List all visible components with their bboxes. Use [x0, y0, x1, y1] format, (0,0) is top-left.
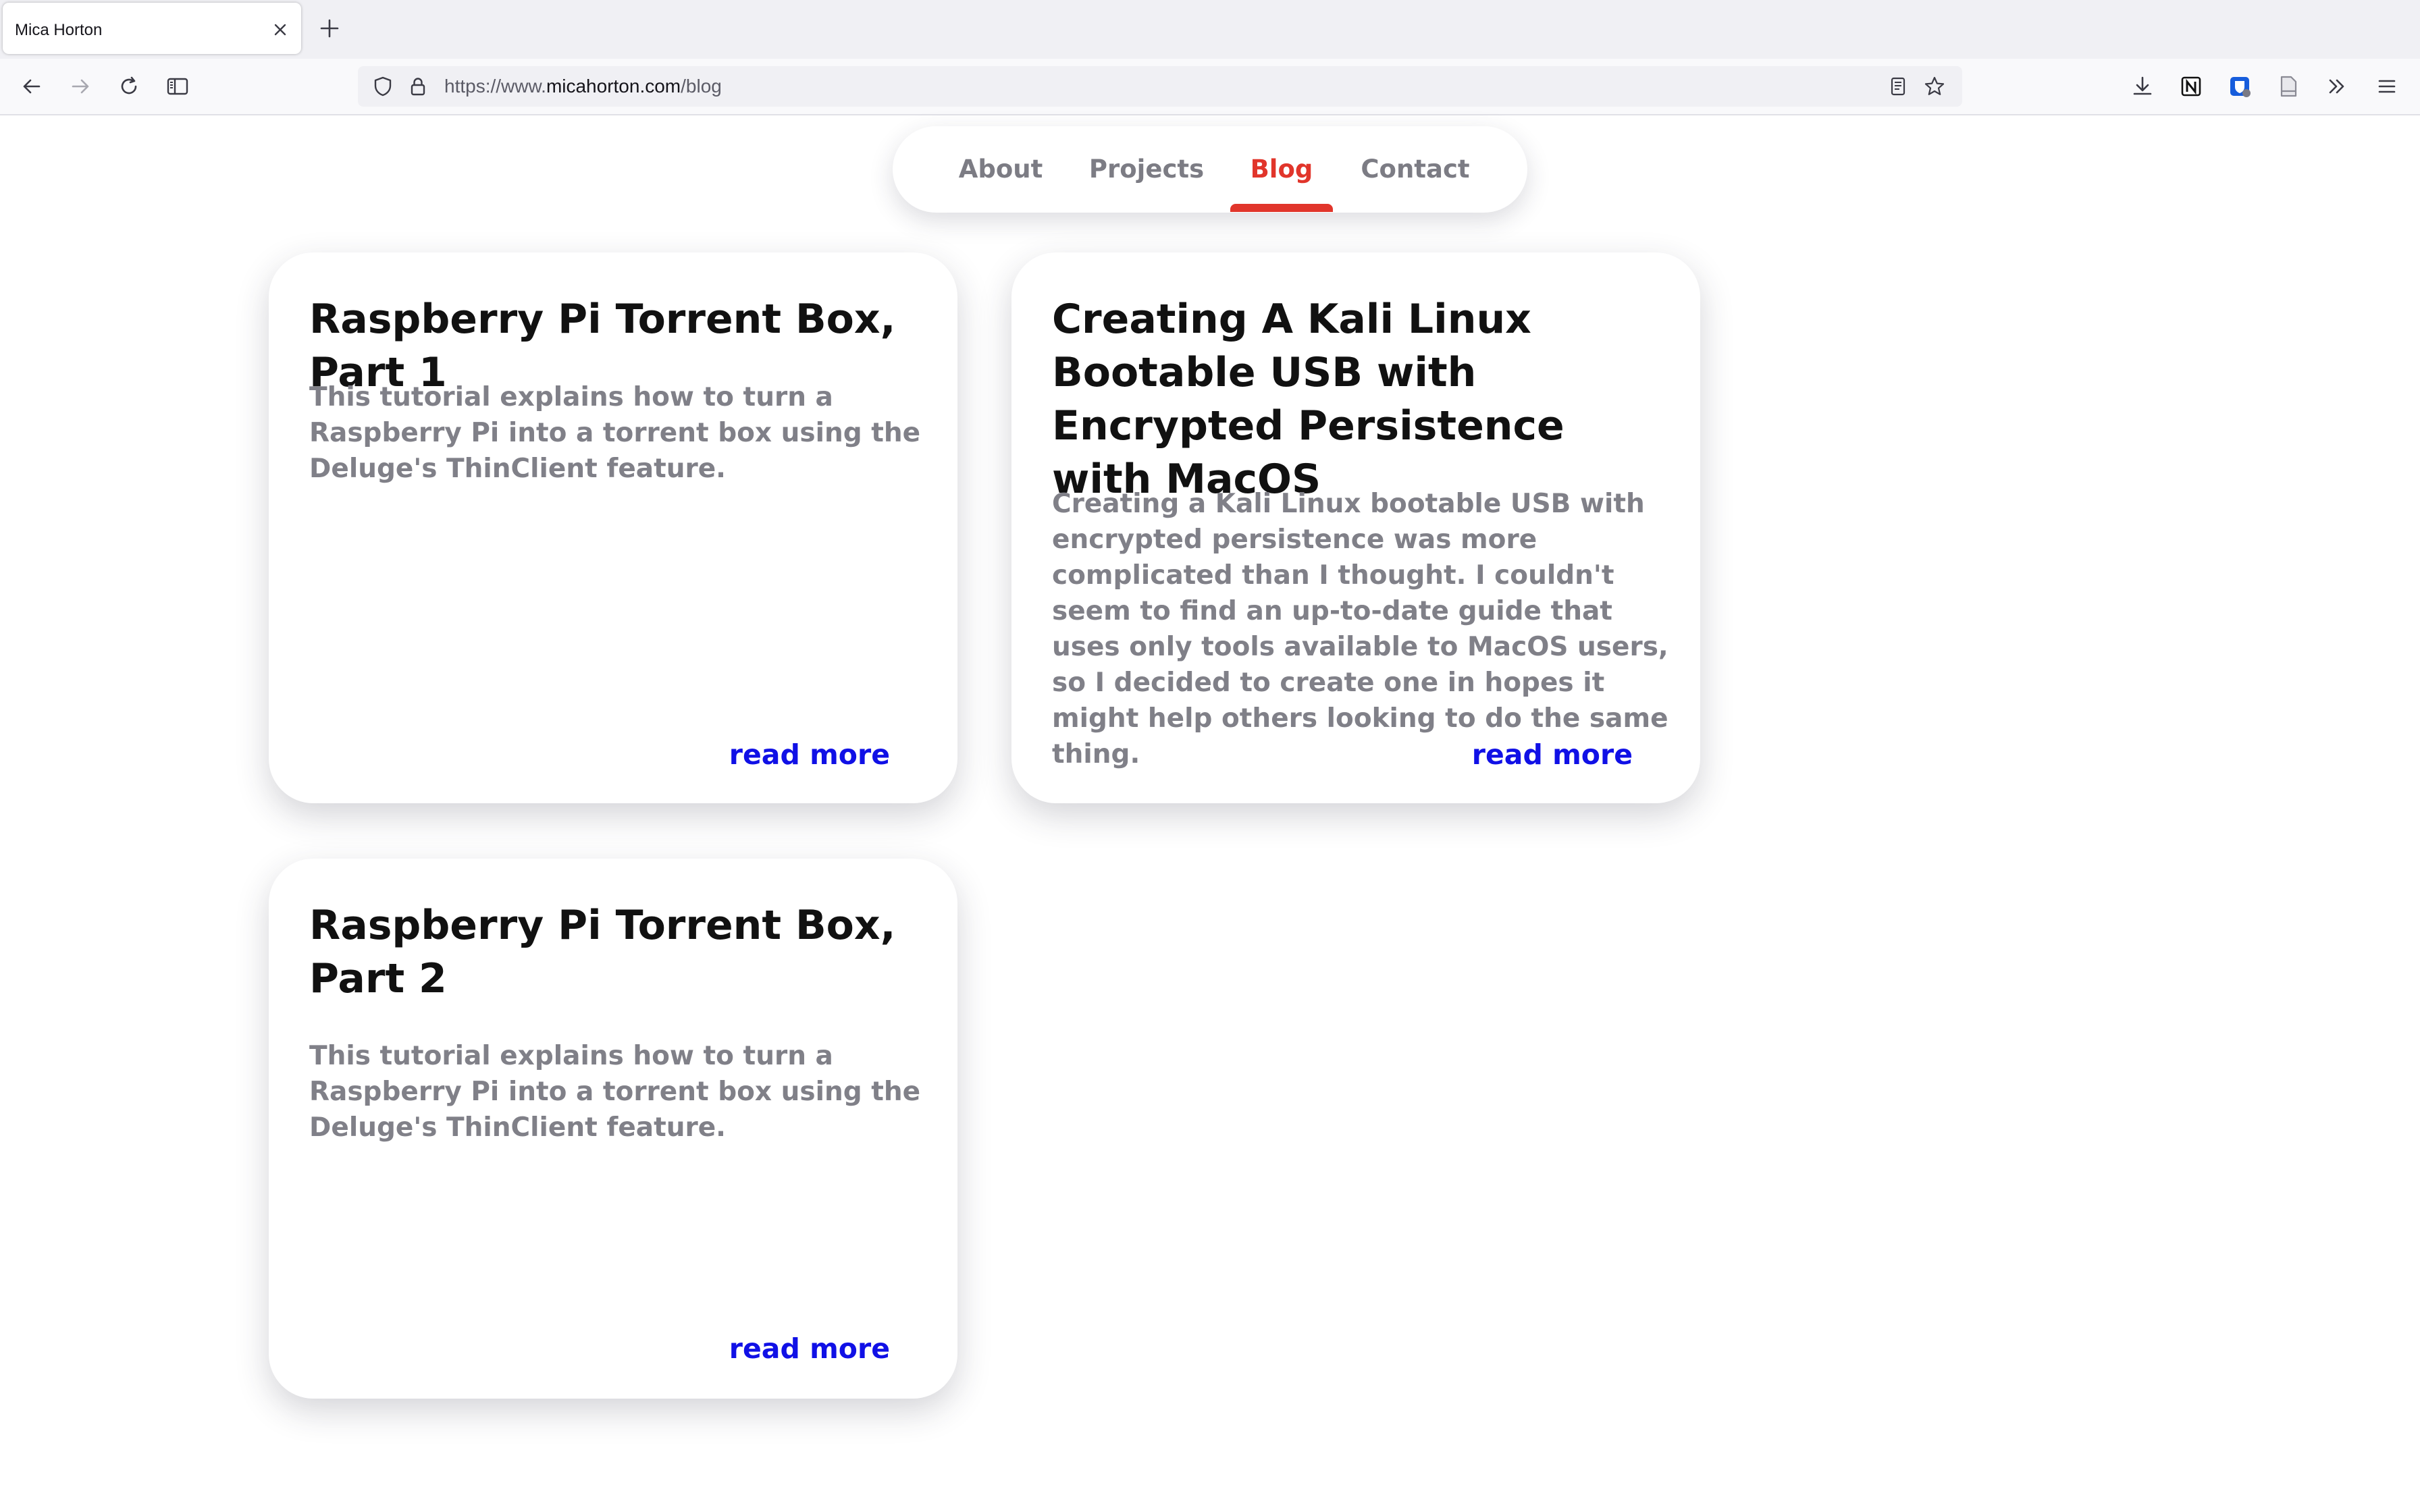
- blog-post-card: Raspberry Pi Torrent Box, Part 1 This tu…: [269, 252, 957, 803]
- read-more-link[interactable]: read more: [729, 738, 890, 771]
- reader-view-icon[interactable]: [1887, 75, 1910, 98]
- read-more-link[interactable]: read more: [1472, 738, 1633, 771]
- document-icon[interactable]: [2276, 74, 2301, 99]
- nav-link-contact[interactable]: Contact: [1349, 126, 1481, 213]
- site-nav: About Projects Blog Contact: [893, 126, 1527, 213]
- notion-extension-icon[interactable]: [2178, 74, 2204, 99]
- post-title: Raspberry Pi Torrent Box, Part 2: [309, 902, 896, 1002]
- sidebar-icon[interactable]: [165, 74, 190, 99]
- url-host: micahorton.com: [546, 76, 681, 97]
- url-prefix: https://www.: [444, 76, 546, 97]
- chevron-double-right-icon[interactable]: [2324, 74, 2350, 99]
- blog-post-card: Raspberry Pi Torrent Box, Part 2 This tu…: [269, 859, 957, 1399]
- url-path: /blog: [681, 76, 722, 97]
- page-content: About Projects Blog Contact Raspberry Pi…: [0, 115, 2420, 1512]
- bitwarden-extension-icon[interactable]: [2227, 74, 2253, 99]
- lock-icon[interactable]: [406, 75, 429, 98]
- reload-icon[interactable]: [116, 74, 142, 99]
- nav-link-projects[interactable]: Projects: [1079, 126, 1214, 213]
- browser-tab-bar: Mica Horton: [0, 0, 2420, 59]
- tab-title: Mica Horton: [15, 21, 103, 39]
- download-icon[interactable]: [2130, 74, 2155, 99]
- active-nav-indicator: [1230, 204, 1333, 212]
- nav-link-about[interactable]: About: [940, 126, 1061, 213]
- browser-tab[interactable]: Mica Horton: [3, 3, 301, 54]
- nav-link-blog[interactable]: Blog: [1230, 126, 1333, 213]
- url-text[interactable]: https://www.micahorton.com/blog: [444, 66, 722, 107]
- star-icon[interactable]: [1923, 75, 1946, 98]
- close-icon[interactable]: [270, 20, 290, 40]
- post-excerpt: This tutorial explains how to turn a Ras…: [309, 382, 921, 484]
- url-bar[interactable]: https://www.micahorton.com/blog: [358, 66, 1962, 107]
- browser-toolbar: https://www.micahorton.com/blog: [0, 59, 2420, 115]
- post-excerpt: This tutorial explains how to turn a Ras…: [309, 1041, 921, 1143]
- blog-post-card: Creating A Kali Linux Bootable USB with …: [1011, 252, 1700, 803]
- post-excerpt: Creating a Kali Linux bootable USB with …: [1052, 489, 1668, 770]
- shield-icon[interactable]: [371, 75, 394, 98]
- hamburger-menu-icon[interactable]: [2374, 74, 2400, 99]
- post-title: Creating A Kali Linux Bootable USB with …: [1052, 296, 1564, 503]
- plus-icon[interactable]: [317, 16, 342, 40]
- arrow-right-icon[interactable]: [68, 74, 93, 99]
- arrow-left-icon[interactable]: [19, 74, 45, 99]
- read-more-link[interactable]: read more: [729, 1332, 890, 1365]
